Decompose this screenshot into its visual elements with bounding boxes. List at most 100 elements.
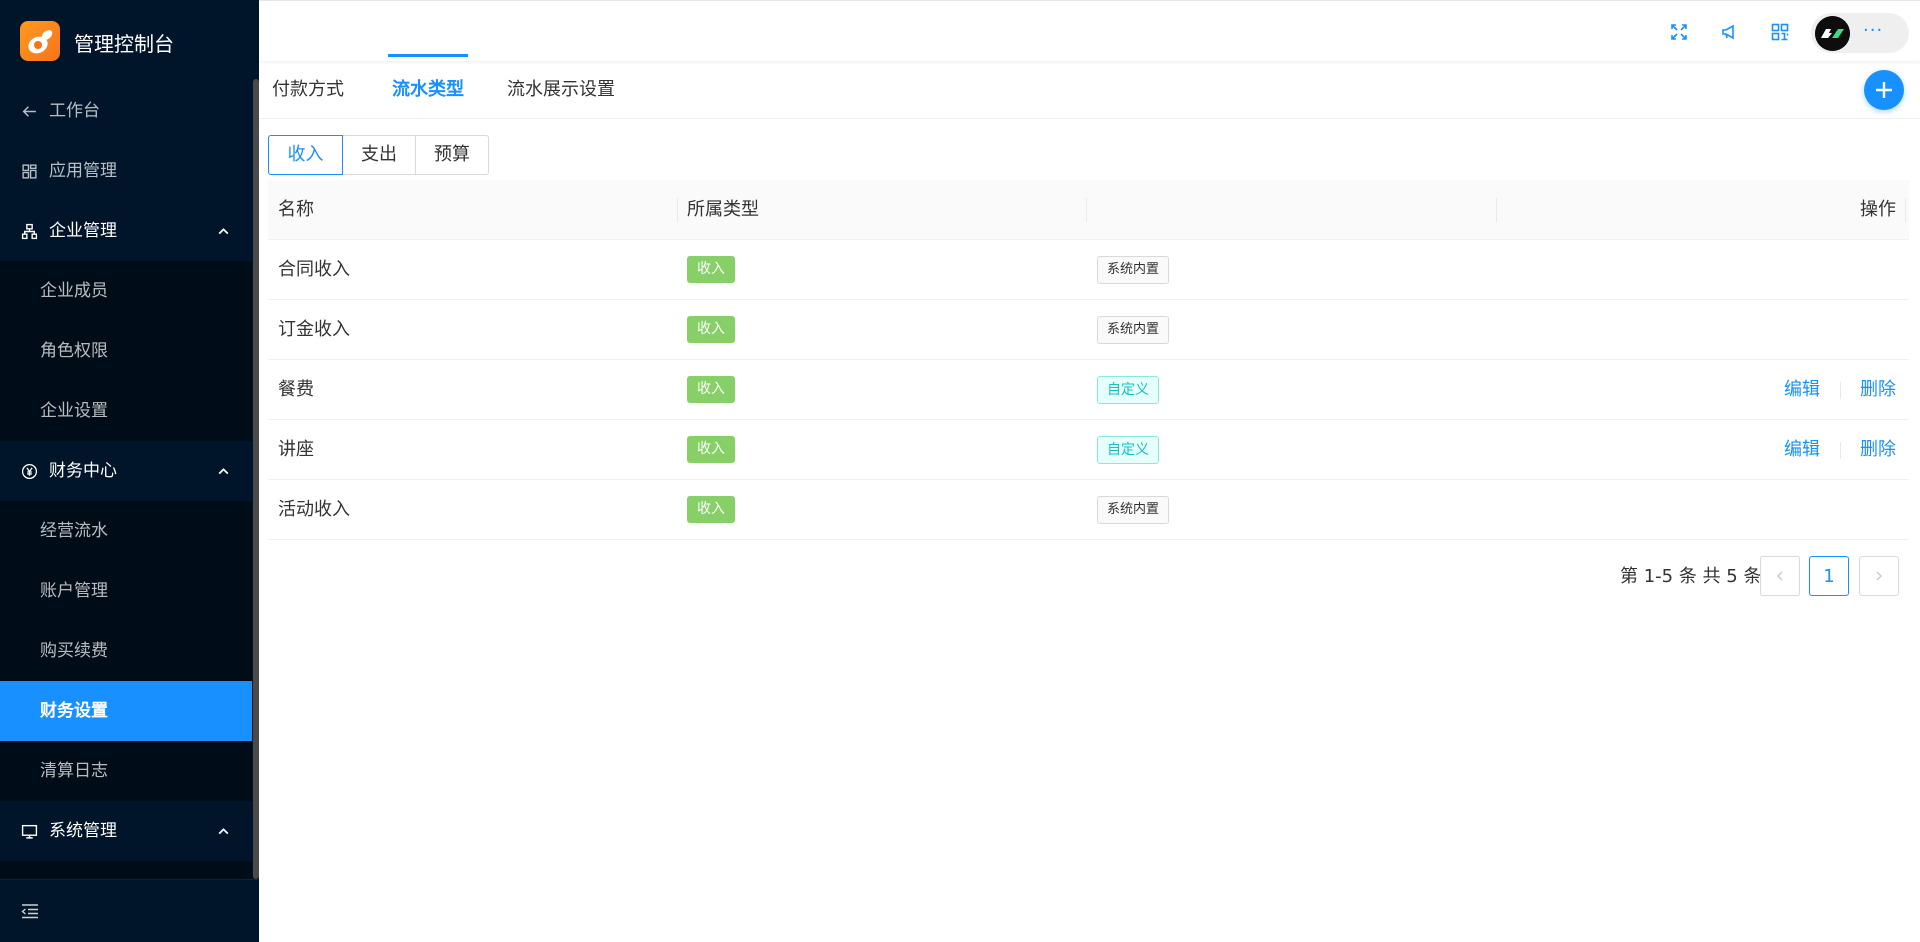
user-menu[interactable]: ··· <box>1811 13 1909 53</box>
sidebar-item-settlement-log[interactable]: 清算日志 <box>0 741 252 801</box>
sidebar-item-members[interactable]: 企业成员 <box>0 261 252 321</box>
apps-icon <box>20 141 38 201</box>
table-row: 餐费 收入 自定义 编辑 删除 <box>268 360 1909 420</box>
pagination-total: 第 1-5 条 共 5 条 <box>1620 566 1762 587</box>
column-divider <box>1086 198 1087 222</box>
table-row: 订金收入 收入 系统内置 <box>268 300 1909 360</box>
column-header-type: 所属类型 <box>687 199 759 220</box>
column-header-actions: 操作 <box>1860 199 1896 220</box>
column-header-name: 名称 <box>278 199 314 220</box>
row-name: 讲座 <box>278 439 314 460</box>
table-row: 讲座 收入 自定义 编辑 删除 <box>268 420 1909 480</box>
delete-link[interactable]: 删除 <box>1860 360 1896 420</box>
notification-icon[interactable] <box>1719 21 1741 43</box>
type-tag: 收入 <box>687 496 735 523</box>
delete-link[interactable]: 删除 <box>1860 420 1896 480</box>
chevron-right-icon <box>1876 571 1882 581</box>
segment-budget[interactable]: 预算 <box>415 135 489 175</box>
sidebar-item-label: 角色权限 <box>40 341 108 361</box>
flow-type-table: 名称 所属类型 操作 合同收入 收入 系统内置 订金收入 收入 系统内置 餐费 … <box>268 180 1909 540</box>
sidebar-group-system[interactable]: 系统管理 <box>0 801 252 861</box>
sidebar-item-label: 应用管理 <box>49 161 117 181</box>
source-tag: 系统内置 <box>1097 496 1170 524</box>
app-logo <box>20 21 60 61</box>
action-divider <box>1840 382 1841 399</box>
sidebar-item-app-management[interactable]: 应用管理 <box>0 141 252 201</box>
segment-income[interactable]: 收入 <box>268 135 343 175</box>
edit-link[interactable]: 编辑 <box>1784 420 1820 480</box>
action-divider <box>1840 442 1841 459</box>
sidebar-item-label: 清算日志 <box>40 761 108 781</box>
row-name: 餐费 <box>278 379 314 400</box>
tab-active-indicator <box>388 54 468 57</box>
row-name: 活动收入 <box>278 499 350 520</box>
chevron-up-icon <box>217 801 230 861</box>
arrow-left-icon <box>20 81 38 141</box>
pagination-page[interactable]: 1 <box>1809 556 1849 596</box>
sidebar-footer <box>0 879 259 942</box>
type-tag: 收入 <box>687 376 735 403</box>
chevron-up-icon <box>217 441 230 501</box>
app-title: 管理控制台 <box>74 32 174 56</box>
fullscreen-icon[interactable] <box>1668 21 1690 43</box>
tab-flow-display-settings[interactable]: 流水展示设置 <box>507 61 615 119</box>
source-tag: 系统内置 <box>1097 256 1170 284</box>
table-row: 合同收入 收入 系统内置 <box>268 240 1909 300</box>
chevron-left-icon <box>1777 571 1783 581</box>
tab-payment-methods[interactable]: 付款方式 <box>272 61 344 119</box>
sidebar-group-finance[interactable]: 财务中心 <box>0 441 252 501</box>
row-name: 订金收入 <box>278 319 350 340</box>
sidebar-item-renewal[interactable]: 购买续费 <box>0 621 252 681</box>
column-divider <box>1496 198 1497 222</box>
sidebar-item-label: 经营流水 <box>40 521 108 541</box>
menu-fold-icon[interactable] <box>21 902 39 920</box>
monitor-icon <box>20 801 38 861</box>
sidebar-item-hidden <box>0 861 252 879</box>
table-row: 活动收入 收入 系统内置 <box>268 480 1909 540</box>
type-tag: 收入 <box>687 256 735 283</box>
column-divider <box>1905 198 1906 222</box>
pagination-prev[interactable] <box>1760 556 1800 596</box>
org-chart-icon <box>20 201 38 261</box>
top-header: ··· <box>259 0 1920 61</box>
sidebar-item-label: 账户管理 <box>40 581 108 601</box>
sidebar-item-label: 购买续费 <box>40 641 108 661</box>
edit-link[interactable]: 编辑 <box>1784 360 1820 420</box>
sidebar-item-roles[interactable]: 角色权限 <box>0 321 252 381</box>
segment-expense[interactable]: 支出 <box>342 135 416 175</box>
avatar <box>1815 16 1850 51</box>
yen-icon <box>20 441 38 501</box>
sidebar-item-accounts[interactable]: 账户管理 <box>0 561 252 621</box>
sidebar-group-enterprise[interactable]: 企业管理 <box>0 201 252 261</box>
settings-tabs: 付款方式 流水类型 流水展示设置 <box>259 61 1920 119</box>
table-header: 名称 所属类型 操作 <box>268 180 1909 240</box>
sidebar-item-business-flow[interactable]: 经营流水 <box>0 501 252 561</box>
pagination-next[interactable] <box>1859 556 1899 596</box>
sidebar-item-finance-settings[interactable]: 财务设置 <box>0 681 252 741</box>
sidebar: 管理控制台 工作台 应用管理 企业管理 企业成员 角色权限 企业设置 财务中心 … <box>0 0 259 942</box>
chevron-up-icon <box>217 201 230 261</box>
sidebar-scrollbar-thumb[interactable] <box>253 79 259 879</box>
plus-icon <box>1876 82 1892 98</box>
sidebar-item-label: 财务设置 <box>40 701 108 721</box>
sidebar-item-label: 系统管理 <box>49 821 117 841</box>
source-tag: 自定义 <box>1097 376 1159 404</box>
sidebar-menu: 工作台 应用管理 企业管理 企业成员 角色权限 企业设置 财务中心 经营流水 账… <box>0 81 252 879</box>
more-icon: ··· <box>1863 20 1884 41</box>
type-tag: 收入 <box>687 316 735 343</box>
tab-flow-types[interactable]: 流水类型 <box>392 61 464 119</box>
source-tag: 系统内置 <box>1097 316 1170 344</box>
sidebar-item-label: 企业管理 <box>49 221 117 241</box>
sidebar-item-label: 工作台 <box>49 101 100 121</box>
sidebar-scrollbar[interactable] <box>252 79 259 879</box>
column-divider <box>677 198 678 222</box>
sidebar-item-label: 企业成员 <box>40 281 108 301</box>
sidebar-item-label: 财务中心 <box>49 461 117 481</box>
type-tag: 收入 <box>687 436 735 463</box>
add-button[interactable] <box>1864 70 1904 110</box>
row-name: 合同收入 <box>278 259 350 280</box>
sidebar-item-workbench[interactable]: 工作台 <box>0 81 252 141</box>
qrcode-icon[interactable] <box>1769 21 1791 43</box>
sidebar-item-enterprise-settings[interactable]: 企业设置 <box>0 381 252 441</box>
flow-direction-segment: 收入 支出 预算 <box>268 135 489 175</box>
